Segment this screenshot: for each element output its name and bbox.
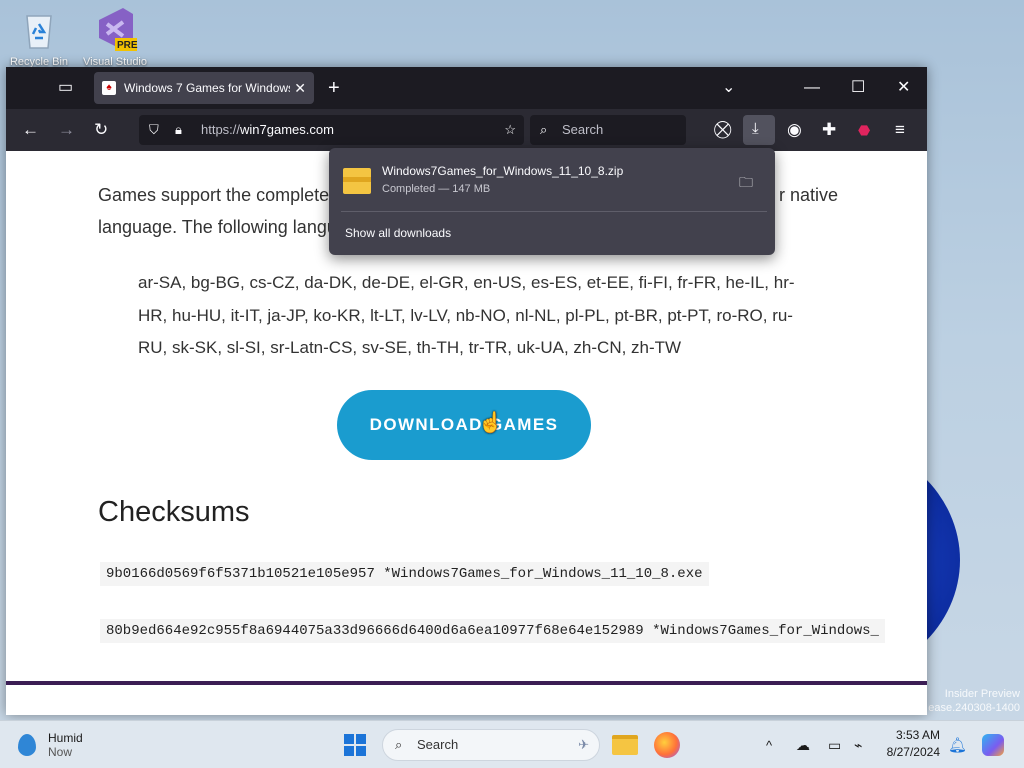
display-icon[interactable]: ▭	[828, 721, 841, 768]
recycle-bin-icon	[17, 6, 61, 52]
site-favicon: ♠	[102, 81, 116, 95]
zip-file-icon	[343, 168, 371, 194]
desktop-icon-visual-studio[interactable]: PRE Visual Studio	[80, 6, 150, 68]
forward-icon[interactable]: →	[58, 109, 75, 151]
notification-bell-icon[interactable]: 🔔︎	[948, 721, 967, 768]
tab-title: Windows 7 Games for Windows	[124, 81, 291, 95]
open-folder-icon[interactable]: 🗀	[739, 172, 753, 196]
visual-studio-icon: PRE	[93, 6, 138, 52]
pre-badge: PRE	[117, 40, 138, 51]
downloads-button[interactable]: ⤓	[743, 115, 775, 145]
reload-icon[interactable]: ↻	[94, 109, 108, 151]
clock[interactable]: 3:53 AM 8/27/2024	[887, 727, 940, 761]
pocket-icon[interactable]: ⛒	[714, 109, 731, 151]
list-tabs-chevron-icon[interactable]: ⌄	[722, 67, 735, 109]
footer-divider	[6, 681, 927, 685]
tab-strip: ▭ ♠ Windows 7 Games for Windows ✕ + ⌄ — …	[6, 67, 927, 109]
checksums-heading: Checksums	[98, 496, 250, 528]
folder-icon	[612, 735, 638, 755]
ublock-origin-icon[interactable]: ⬣	[858, 109, 870, 151]
taskbar-search[interactable]: ⌕ Search ✈	[382, 729, 600, 761]
panel-divider	[341, 211, 767, 212]
show-hidden-icons-chevron[interactable]: ^	[766, 721, 772, 768]
water-drop-icon	[18, 734, 36, 756]
extensions-icon[interactable]: ✚	[822, 109, 836, 151]
download-arrow-icon: ⤓	[752, 120, 759, 137]
new-tab-icon[interactable]: +	[328, 67, 340, 109]
tab-active[interactable]: ♠ Windows 7 Games for Windows ✕	[94, 72, 314, 104]
cloud-offline-icon[interactable]: ☁	[796, 721, 810, 768]
desktop-icon-recycle-bin[interactable]: Recycle Bin	[4, 6, 74, 68]
file-explorer-button[interactable]	[612, 721, 638, 768]
show-all-downloads-link[interactable]: Show all downloads	[345, 226, 451, 240]
copilot-icon	[982, 734, 1004, 756]
language-list: ar-SA, bg-BG, cs-CZ, da-DK, de-DE, el-GR…	[138, 273, 795, 357]
tab-close-icon[interactable]: ✕	[294, 80, 306, 97]
bookmark-star-icon[interactable]: ☆	[504, 115, 516, 145]
back-icon[interactable]: ←	[22, 109, 39, 151]
minimize-icon[interactable]: —	[804, 67, 820, 109]
firefox-view-icon[interactable]: ▭	[58, 67, 73, 109]
taskbar: Humid Now ⌕ Search ✈ ^ ☁ ▭ ⌁ 3:53 AM 8/2…	[0, 720, 1024, 768]
account-icon[interactable]: ◉	[787, 109, 802, 151]
search-placeholder: Search	[562, 122, 604, 137]
url-text[interactable]: https://win7games.com	[201, 115, 334, 145]
insider-watermark: Insider Preview ease.240308-1400	[928, 688, 1020, 714]
download-filename[interactable]: Windows7Games_for_Windows_11_10_8.zip	[382, 164, 623, 178]
download-status: Completed — 147 MB	[382, 183, 491, 195]
firefox-taskbar-button[interactable]	[654, 721, 680, 768]
hand-cursor-icon: ☝	[478, 412, 503, 434]
search-icon: ⌕	[540, 122, 548, 137]
search-icon: ⌕	[395, 737, 403, 752]
start-button[interactable]	[344, 721, 366, 768]
copilot-button[interactable]	[982, 721, 1004, 768]
menu-icon[interactable]: ≡	[895, 109, 905, 151]
search-highlight-icon: ✈	[578, 737, 589, 752]
weather-widget[interactable]: Humid Now	[18, 721, 83, 768]
download-games-button[interactable]: DOWNLOAD GAMES	[337, 390, 591, 460]
checksum-exe: 9b0166d0569f6f5371b10521e105e957 *Window…	[100, 562, 709, 586]
windows-logo-icon	[344, 734, 366, 756]
search-bar[interactable]: ⌕ Search	[530, 115, 686, 145]
shield-icon[interactable]: ⛉	[149, 115, 159, 145]
downloads-panel: Windows7Games_for_Windows_11_10_8.zip Co…	[329, 148, 775, 255]
maximize-icon[interactable]: ☐	[851, 67, 865, 109]
lock-icon[interactable]: 🔒︎	[175, 115, 182, 145]
url-bar[interactable]: ⛉ 🔒︎ https://win7games.com ☆	[139, 115, 524, 145]
firefox-icon	[654, 732, 680, 758]
close-window-icon[interactable]: ✕	[897, 67, 910, 109]
checksum-sha256: 80b9ed664e92c955f8a6944075a33d96666d6400…	[100, 619, 885, 643]
network-icon[interactable]: ⌁	[854, 721, 862, 768]
nav-toolbar: ← → ↻ ⛉ 🔒︎ https://win7games.com ☆ ⌕ Sea…	[6, 109, 927, 151]
